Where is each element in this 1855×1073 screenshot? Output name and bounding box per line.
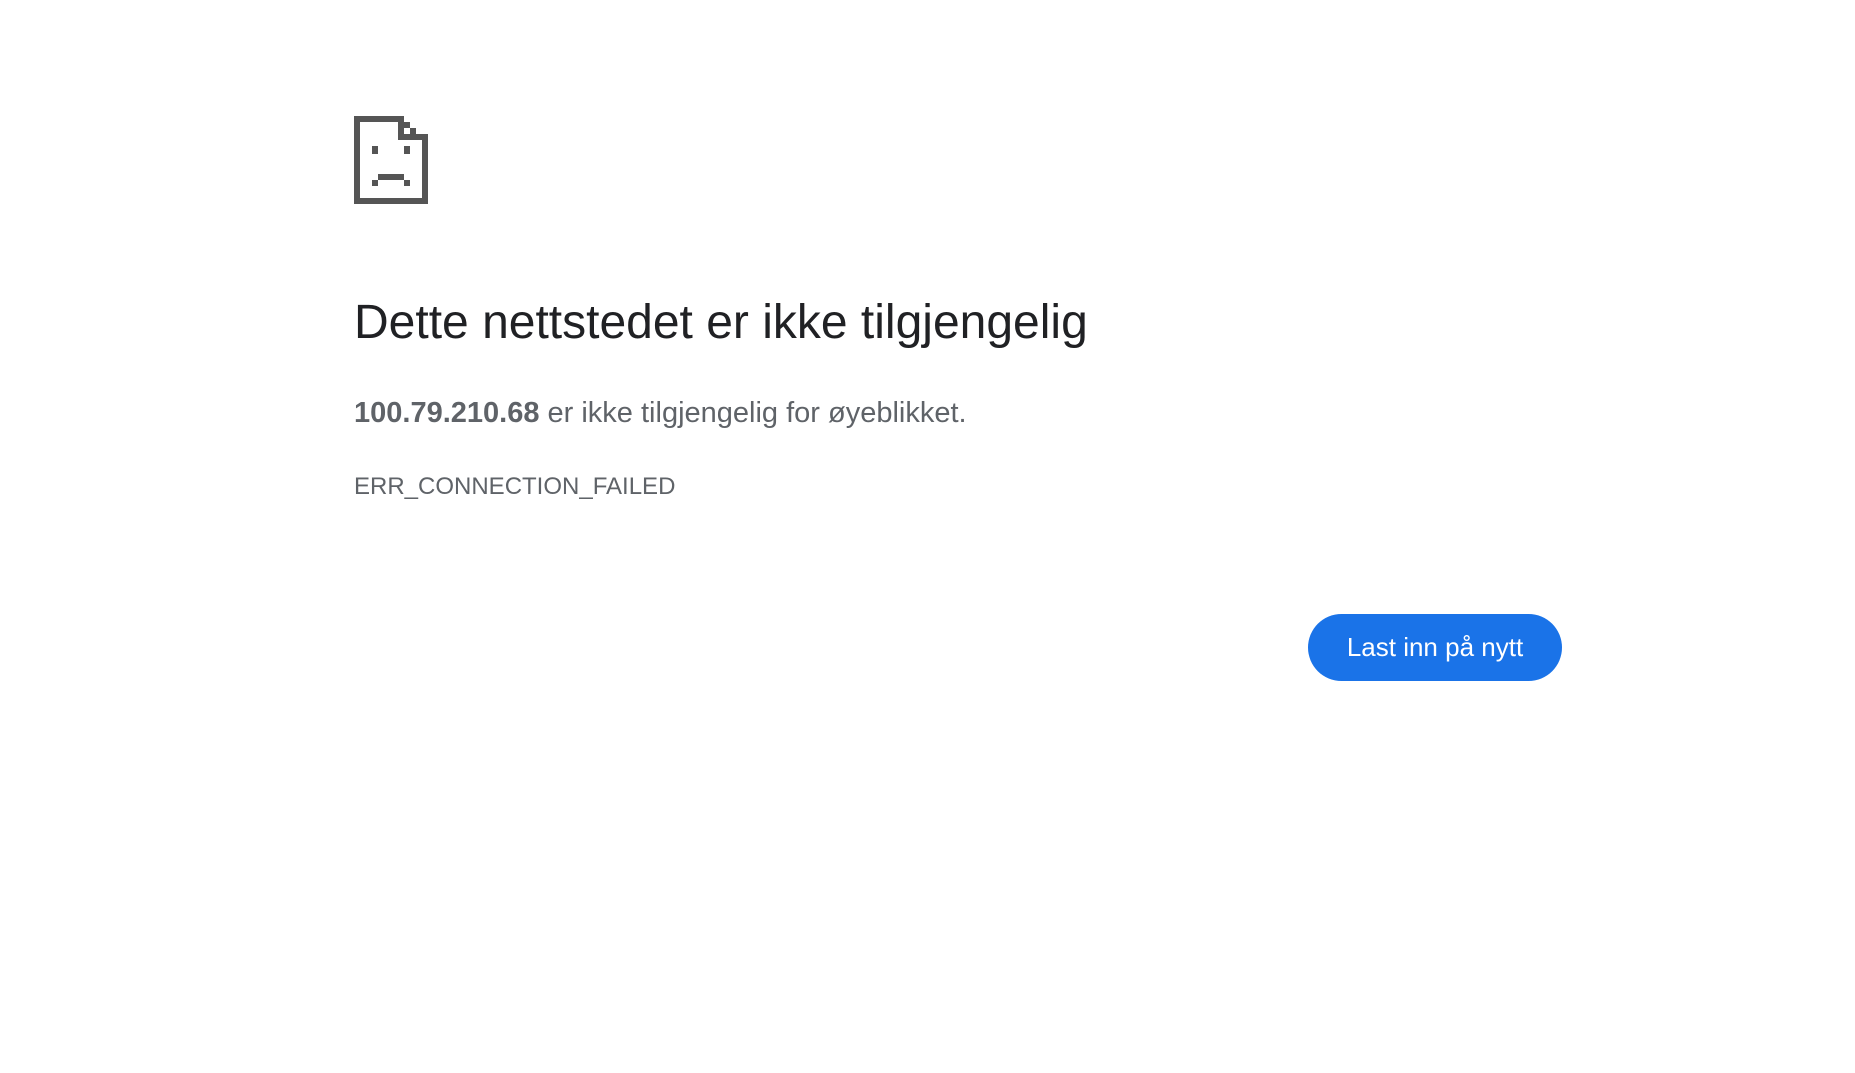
error-message-text: er ikke tilgjengelig for øyeblikket. xyxy=(539,397,967,429)
error-page: Dette nettstedet er ikke tilgjengelig 10… xyxy=(0,0,1855,1073)
error-code: ERR_CONNECTION_FAILED xyxy=(354,473,676,500)
page-title: Dette nettstedet er ikke tilgjengelig xyxy=(354,296,1088,349)
sad-file-icon xyxy=(354,116,428,204)
error-message: 100.79.210.68 er ikke tilgjengelig for ø… xyxy=(354,396,967,431)
host-address: 100.79.210.68 xyxy=(354,397,540,429)
reload-button[interactable]: Last inn på nytt xyxy=(1308,614,1562,681)
